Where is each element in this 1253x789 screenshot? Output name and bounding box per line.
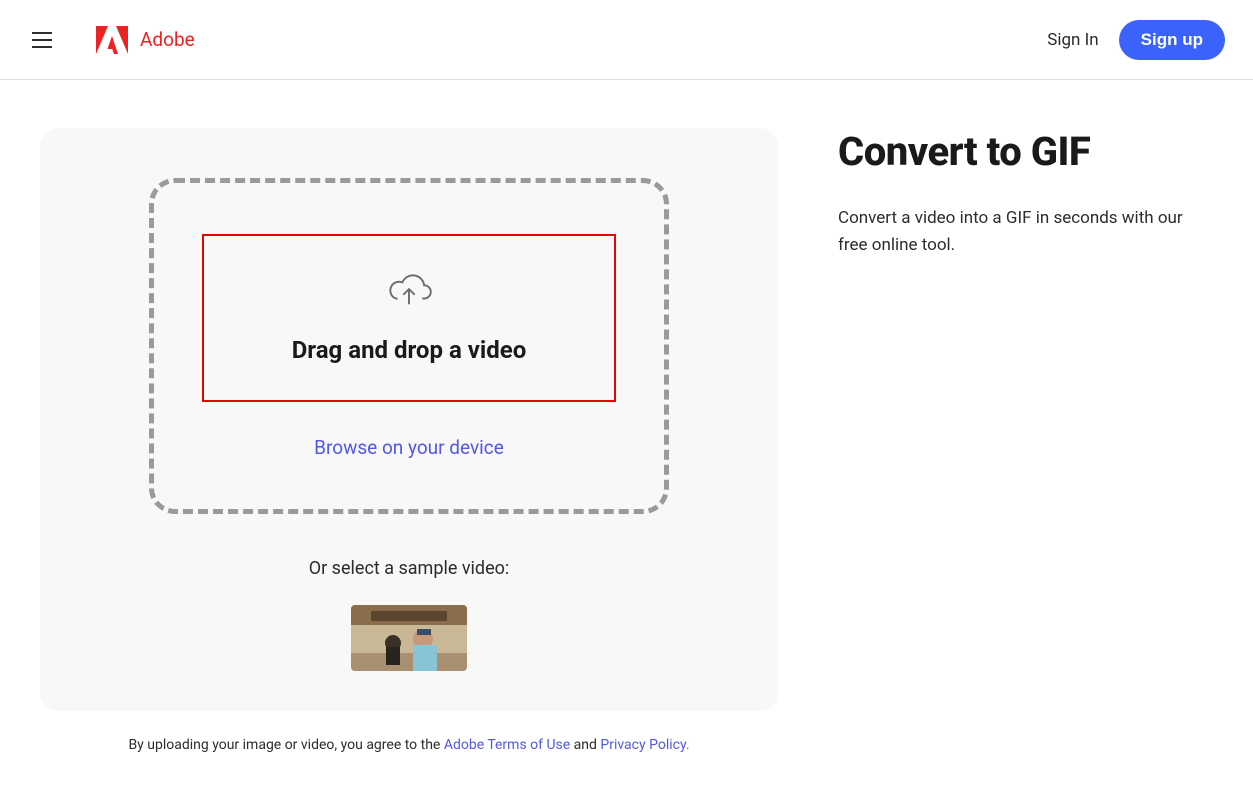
adobe-brand-text: Adobe [140, 28, 195, 51]
adobe-logo-icon [96, 26, 128, 54]
signin-link[interactable]: Sign In [1047, 30, 1098, 50]
drop-zone[interactable]: Drag and drop a video Browse on your dev… [149, 178, 669, 514]
header-left: Adobe [28, 26, 195, 54]
legal-notice: By uploading your image or video, you ag… [40, 737, 778, 753]
privacy-policy-link[interactable]: Privacy Policy. [600, 737, 689, 753]
legal-and: and [570, 737, 600, 753]
drop-highlight-box: Drag and drop a video [202, 234, 616, 402]
drag-drop-text: Drag and drop a video [292, 336, 527, 364]
upload-cloud-icon [386, 272, 432, 308]
adobe-logo[interactable]: Adobe [96, 26, 195, 54]
page-subtitle: Convert a video into a GIF in seconds wi… [838, 205, 1198, 259]
header: Adobe Sign In Sign up [0, 0, 1253, 80]
header-right: Sign In Sign up [1047, 20, 1225, 60]
legal-prefix: By uploading your image or video, you ag… [128, 737, 443, 753]
signup-button[interactable]: Sign up [1119, 20, 1225, 60]
right-panel: Convert to GIF Convert a video into a GI… [838, 128, 1223, 753]
upload-card: Drag and drop a video Browse on your dev… [40, 128, 778, 711]
main-content: Drag and drop a video Browse on your dev… [0, 80, 1253, 753]
hamburger-menu-icon[interactable] [28, 28, 56, 52]
sample-video-thumbnail[interactable] [351, 605, 467, 671]
left-panel: Drag and drop a video Browse on your dev… [40, 128, 778, 753]
browse-device-link[interactable]: Browse on your device [314, 436, 504, 459]
page-title: Convert to GIF [838, 128, 1223, 175]
terms-of-use-link[interactable]: Adobe Terms of Use [444, 737, 570, 753]
sample-video-label: Or select a sample video: [90, 558, 728, 579]
